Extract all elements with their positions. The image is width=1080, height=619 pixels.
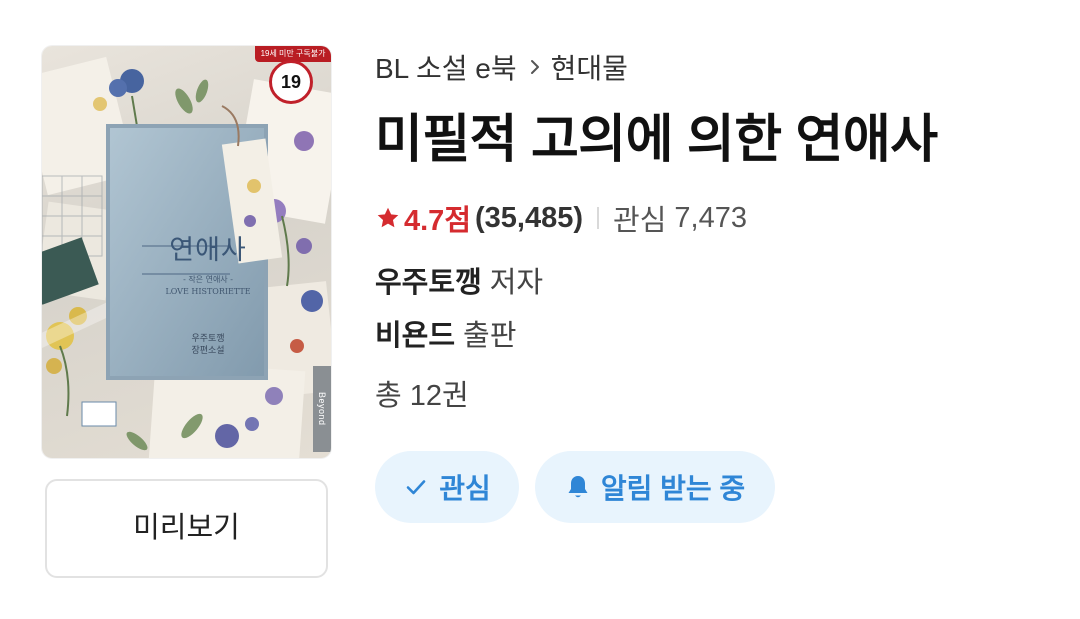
cover-art-title: 연애사 [169,235,247,266]
cover-art-subtitle-english: LOVE HISTORIETTE [165,287,251,296]
meta-divider [597,207,600,229]
author-role: 저자 [489,267,544,299]
notification-button[interactable]: 알림 받는 중 [535,451,775,523]
rating-score: 4.7점 [404,205,471,237]
cover-art-subtitle-korean: - 작은 연애사 - [183,275,233,284]
rating-count[interactable]: (35,485) [475,202,583,235]
wishlist-button[interactable]: 관심 [375,451,519,523]
chevron-right-icon [530,60,539,74]
bell-icon [568,476,588,498]
breadcrumb-subcategory[interactable]: 현대물 [551,47,628,87]
publisher-role: 출판 [463,320,517,352]
author-line: 우주토깽 저자 [375,260,543,300]
book-title: 미필적 고의에 의한 연애사 [375,111,938,169]
book-cover[interactable]: 연애사 - 작은 연애사 - LOVE HISTORIETTE 우주토깽 장편소… [42,46,331,458]
volume-count: 총 12권 [375,380,469,412]
breadcrumb-category[interactable]: BL 소설 e북 [375,47,517,87]
notification-button-label: 알림 받는 중 [600,473,746,504]
breadcrumb: BL 소설 e북 현대물 [375,49,628,85]
wishlist-button-label: 관심 [439,473,491,504]
author-name[interactable]: 우주토깽 [375,259,482,301]
check-icon [406,480,426,495]
cover-art-subtitle: - 작은 연애사 - LOVE HISTORIETTE [138,274,278,298]
star-icon [377,207,399,228]
interest-label: 관심 [613,205,667,237]
age-rating-badge: 19 [269,60,313,104]
publisher-line: 비욘드 출판 [375,313,516,353]
interest-count: 7,473 [674,201,747,234]
cover-art-author-name: 우주토깽 [191,333,225,343]
cover-art-author-genre: 장편소설 [191,345,225,355]
rating-row: 4.7점 (35,485) 관심 7,473 [375,198,747,238]
preview-button[interactable]: 미리보기 [45,479,328,578]
publisher-name[interactable]: 비욘드 [375,312,455,354]
publisher-imprint-tab: Beyond [313,366,331,452]
cover-art-author: 우주토깽 장편소설 [148,332,268,356]
